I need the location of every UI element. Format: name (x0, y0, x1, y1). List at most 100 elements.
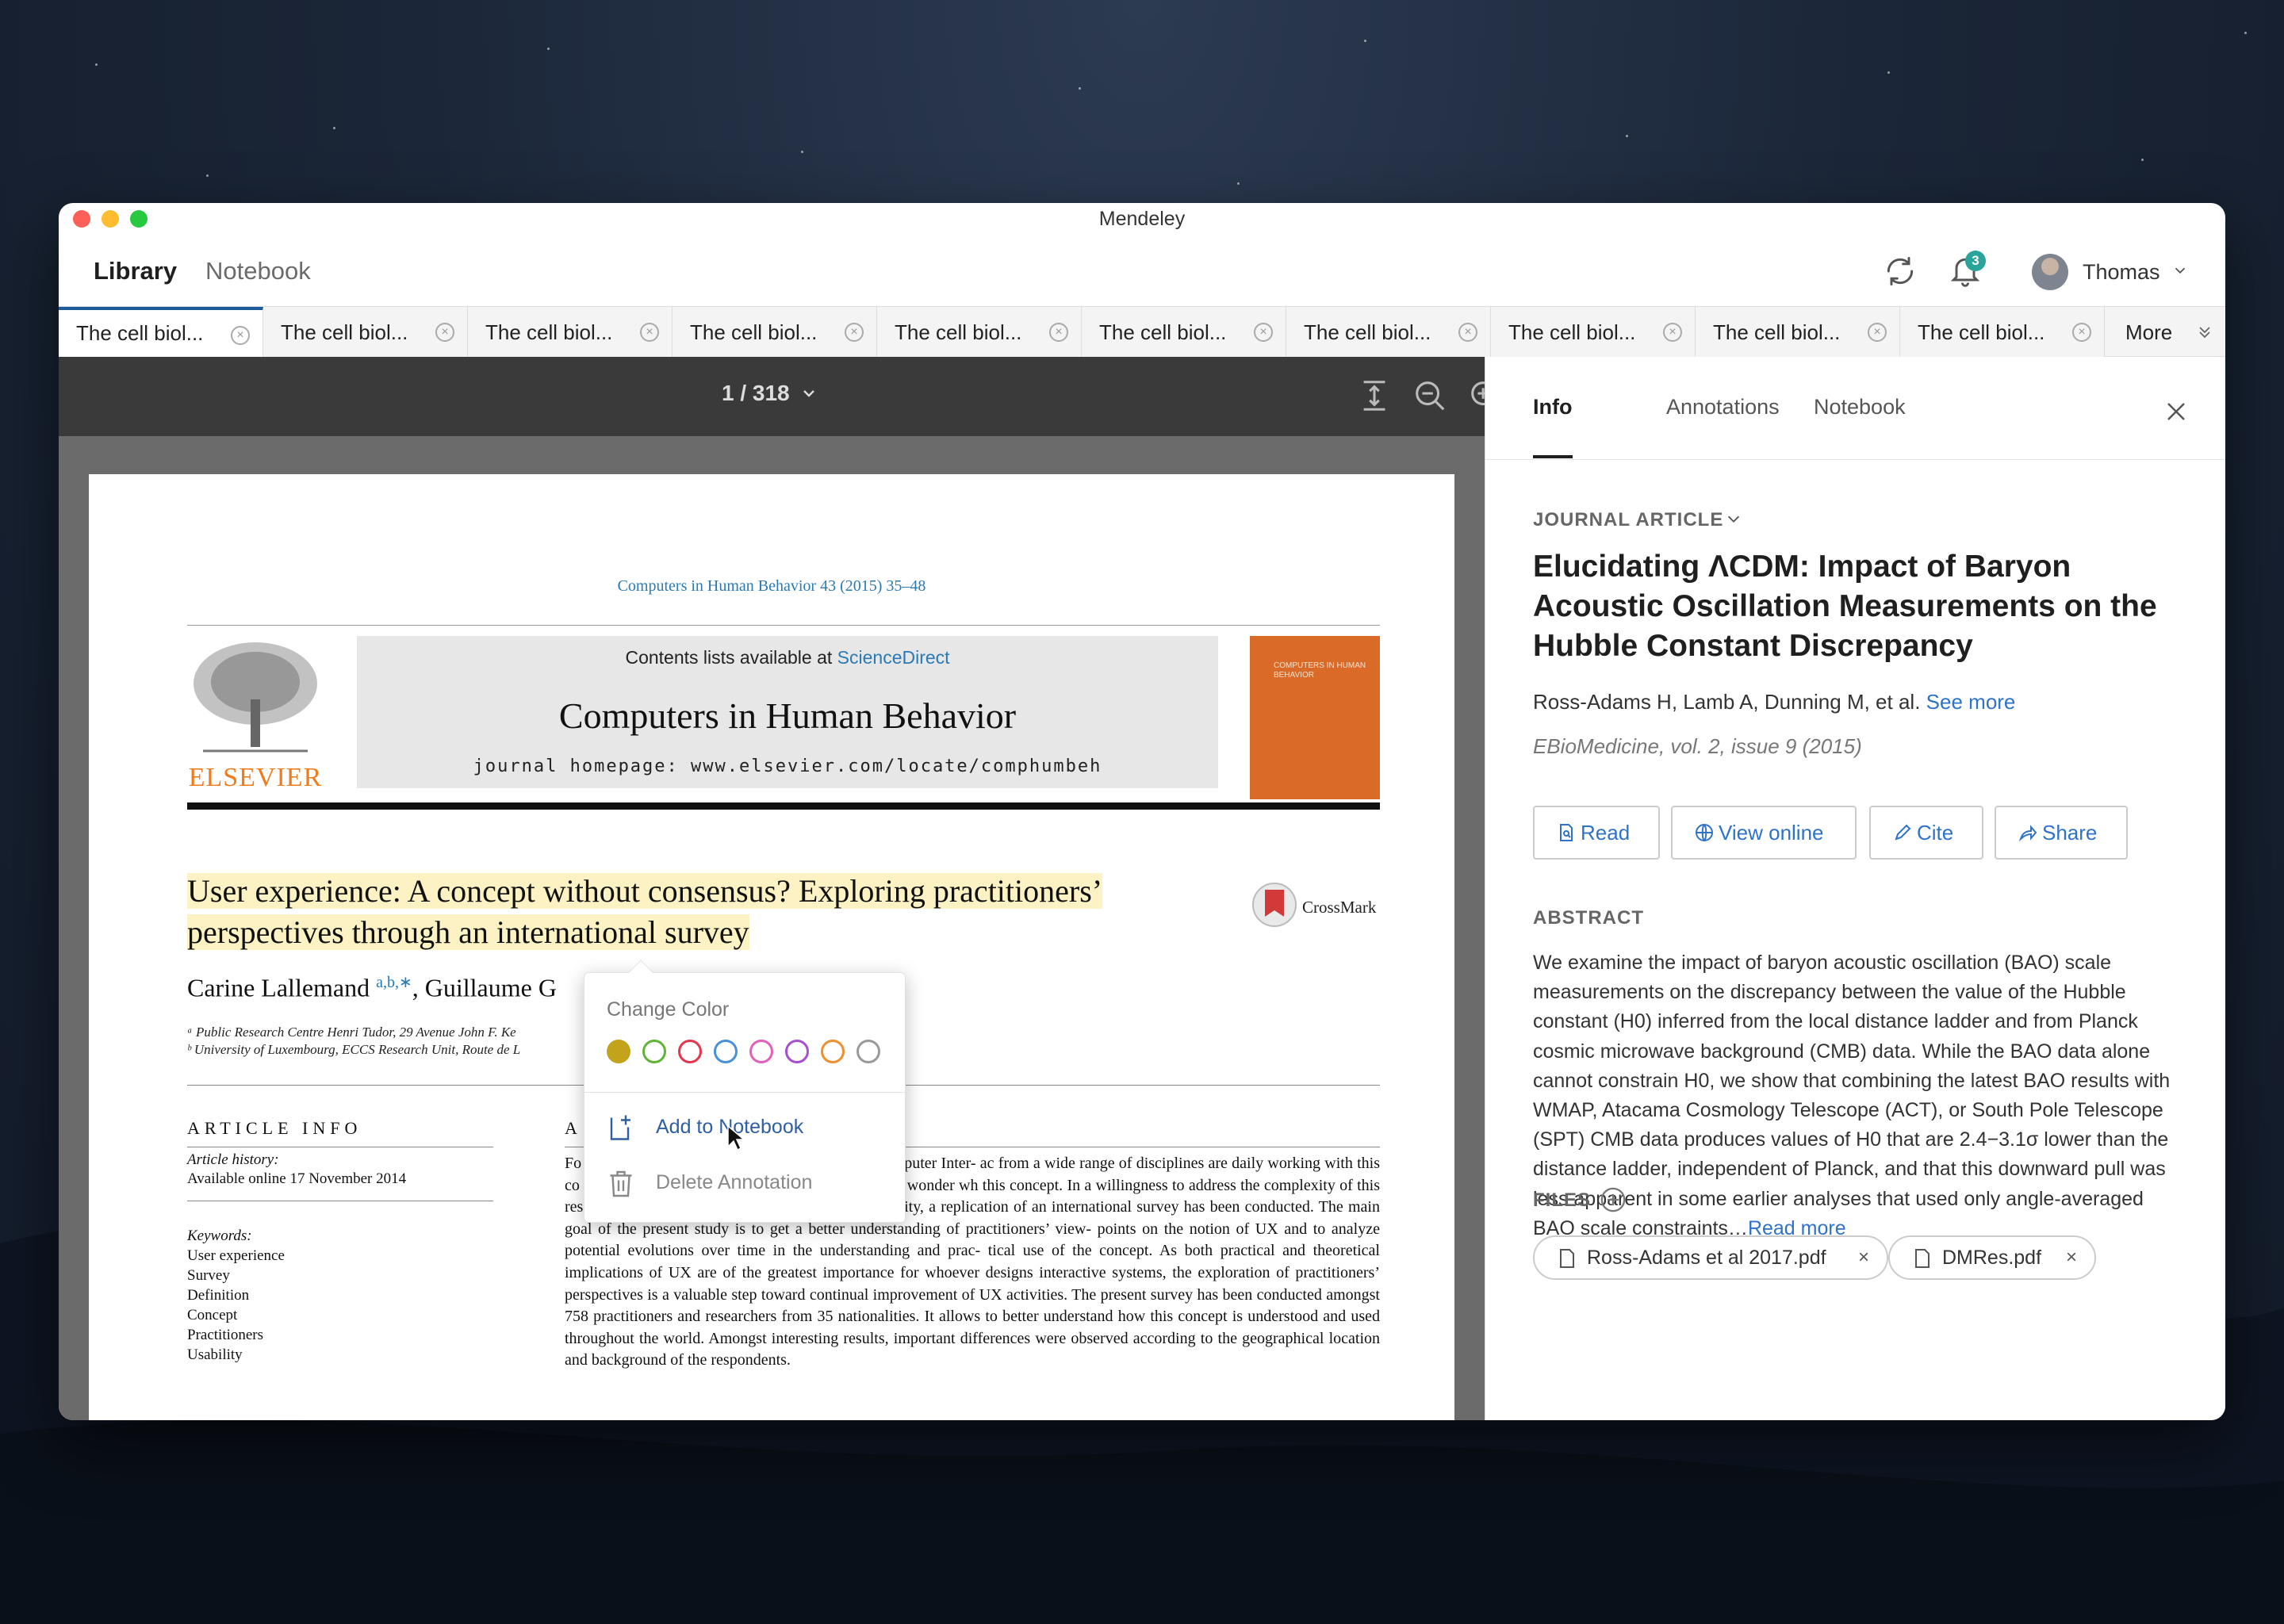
sciencedirect-link[interactable]: ScienceDirect (837, 647, 950, 668)
document-tab[interactable]: The cell biol... × (1900, 307, 2105, 358)
pane-tabs: Info Annotations Notebook (1485, 357, 2225, 460)
color-swatch-pink[interactable] (749, 1040, 773, 1063)
color-swatch-yellow[interactable] (607, 1040, 630, 1063)
color-swatch-green[interactable] (642, 1040, 666, 1063)
avatar[interactable] (2032, 254, 2068, 290)
cite-button[interactable]: Cite (1869, 806, 1983, 860)
close-tab-icon[interactable]: × (1049, 323, 1068, 342)
color-swatch-red[interactable] (678, 1040, 702, 1063)
crossmark-icon[interactable] (1251, 880, 1297, 929)
keyword: User experience (187, 1247, 285, 1264)
document-tab[interactable]: The cell biol... × (1082, 307, 1286, 358)
read-button[interactable]: Read (1533, 806, 1660, 860)
close-tab-icon[interactable]: × (435, 323, 454, 342)
nav-tab-library[interactable]: Library (94, 257, 177, 285)
color-swatch-orange[interactable] (821, 1040, 845, 1063)
read-icon (1560, 824, 1573, 841)
share-button[interactable]: Share (1995, 806, 2128, 860)
affiliation-a: ᵃ Public Research Centre Henri Tudor, 29… (187, 1025, 516, 1040)
tab-notebook[interactable]: Notebook (1814, 395, 1906, 419)
crossmark-label: CrossMark (1302, 898, 1377, 917)
pdf-page: Computers in Human Behavior 43 (2015) 35… (89, 474, 1454, 1420)
zoom-in-icon[interactable] (1467, 377, 1485, 414)
view-online-button[interactable]: View online (1671, 806, 1857, 860)
affiliation-b: ᵇ University of Luxembourg, ECCS Researc… (187, 1042, 521, 1057)
file-chip[interactable]: DMRes.pdf × (1888, 1235, 2096, 1280)
chevron-down-icon[interactable] (799, 384, 818, 403)
document-tab-label: The cell biol... (1508, 320, 1636, 344)
window-close-button[interactable] (73, 210, 90, 228)
close-tab-icon[interactable]: × (231, 326, 250, 345)
history-value: Available online 17 November 2014 (187, 1170, 407, 1187)
document-tab-label: The cell biol... (1713, 320, 1841, 344)
sync-icon[interactable] (1883, 254, 1918, 289)
document-type[interactable]: JOURNAL ARTICLE (1533, 509, 1723, 531)
keyword: Definition (187, 1287, 250, 1304)
add-file-icon[interactable] (1600, 1186, 1627, 1213)
document-tab[interactable]: The cell biol... × (877, 307, 1082, 358)
elsevier-tree-logo (194, 642, 317, 753)
document-tab-label: The cell biol... (76, 321, 204, 345)
document-tab[interactable]: The cell biol... × (468, 307, 673, 358)
journal-homepage[interactable]: journal homepage: www.elsevier.com/locat… (357, 756, 1218, 776)
notification-badge: 3 (1965, 251, 1986, 271)
delete-annotation-button[interactable]: Delete Annotation (656, 1171, 812, 1194)
chevron-down-icon[interactable] (1725, 511, 1742, 528)
document-tab-label: The cell biol... (1304, 320, 1431, 344)
close-tab-icon[interactable]: × (1663, 323, 1682, 342)
close-tab-icon[interactable]: × (845, 323, 864, 342)
add-to-notebook-icon[interactable] (607, 1113, 635, 1144)
document-tab[interactable]: The cell biol... × (1491, 307, 1696, 358)
read-button-label: Read (1581, 821, 1631, 845)
divider (187, 802, 1380, 810)
active-tab-indicator (1533, 455, 1573, 458)
remove-file-icon[interactable]: × (1858, 1237, 1869, 1278)
see-more-link[interactable]: See more (1926, 690, 2016, 714)
close-tab-icon[interactable]: × (1868, 323, 1887, 342)
color-swatch-blue[interactable] (714, 1040, 738, 1063)
tab-annotations[interactable]: Annotations (1666, 395, 1780, 419)
article-title-highlighted[interactable]: User experience: A concept without conse… (187, 871, 1313, 953)
title-bar: Mendeley (59, 203, 2225, 235)
more-tabs-button[interactable]: More (2125, 307, 2172, 358)
author-name: , Guillaume G (412, 973, 557, 1002)
window-title: Mendeley (1098, 208, 1186, 230)
page-indicator[interactable]: 1 / 318 (722, 381, 790, 406)
close-tab-icon[interactable]: × (1458, 323, 1477, 342)
close-tab-icon[interactable]: × (640, 323, 659, 342)
zoom-out-icon[interactable] (1412, 377, 1448, 414)
fit-height-icon[interactable] (1356, 377, 1393, 414)
tab-info[interactable]: Info (1533, 395, 1572, 419)
annotation-popup: Change Color Add to Notebook Delete Anno… (584, 959, 906, 1223)
nav-tab-notebook[interactable]: Notebook (205, 257, 311, 285)
window-maximize-button[interactable] (130, 210, 148, 228)
divider (584, 1092, 905, 1093)
chevron-down-icon[interactable] (2171, 262, 2189, 279)
journal-header-box: Contents lists available at ScienceDirec… (357, 636, 1218, 788)
document-tab-label: The cell biol... (1918, 320, 2045, 344)
history-label: Article history: (187, 1151, 279, 1168)
color-swatch-purple[interactable] (785, 1040, 809, 1063)
keyword: Survey (187, 1267, 230, 1284)
document-tab[interactable]: The cell biol... × (673, 307, 877, 358)
document-tab[interactable]: The cell biol... × (1286, 307, 1491, 358)
window-minimize-button[interactable] (102, 210, 119, 228)
document-tab[interactable]: The cell biol... × (263, 307, 468, 358)
remove-file-icon[interactable]: × (2066, 1237, 2077, 1278)
user-name[interactable]: Thomas (2083, 260, 2160, 285)
document-tab[interactable]: The cell biol... × (59, 307, 263, 358)
document-tab-label: The cell biol... (895, 320, 1022, 344)
file-chip[interactable]: Ross-Adams et al 2017.pdf × (1533, 1235, 1888, 1280)
double-chevron-down-icon[interactable] (2195, 323, 2214, 342)
color-swatch-gray[interactable] (856, 1040, 880, 1063)
abstract-body: We examine the impact of baryon acoustic… (1533, 948, 2183, 1243)
article-info-heading: ARTICLE INFO (187, 1118, 362, 1138)
close-tab-icon[interactable]: × (1254, 323, 1273, 342)
journal-reference[interactable]: Computers in Human Behavior 43 (2015) 35… (89, 577, 1454, 596)
close-tab-icon[interactable]: × (2072, 323, 2091, 342)
trash-icon[interactable] (607, 1168, 635, 1200)
close-icon[interactable] (2164, 400, 2188, 423)
document-tab[interactable]: The cell biol... × (1696, 307, 1900, 358)
author-affiliation-marks[interactable]: a,b,∗ (376, 974, 412, 991)
authors-text: Ross-Adams H, Lamb A, Dunning M, et al. (1533, 690, 1921, 714)
